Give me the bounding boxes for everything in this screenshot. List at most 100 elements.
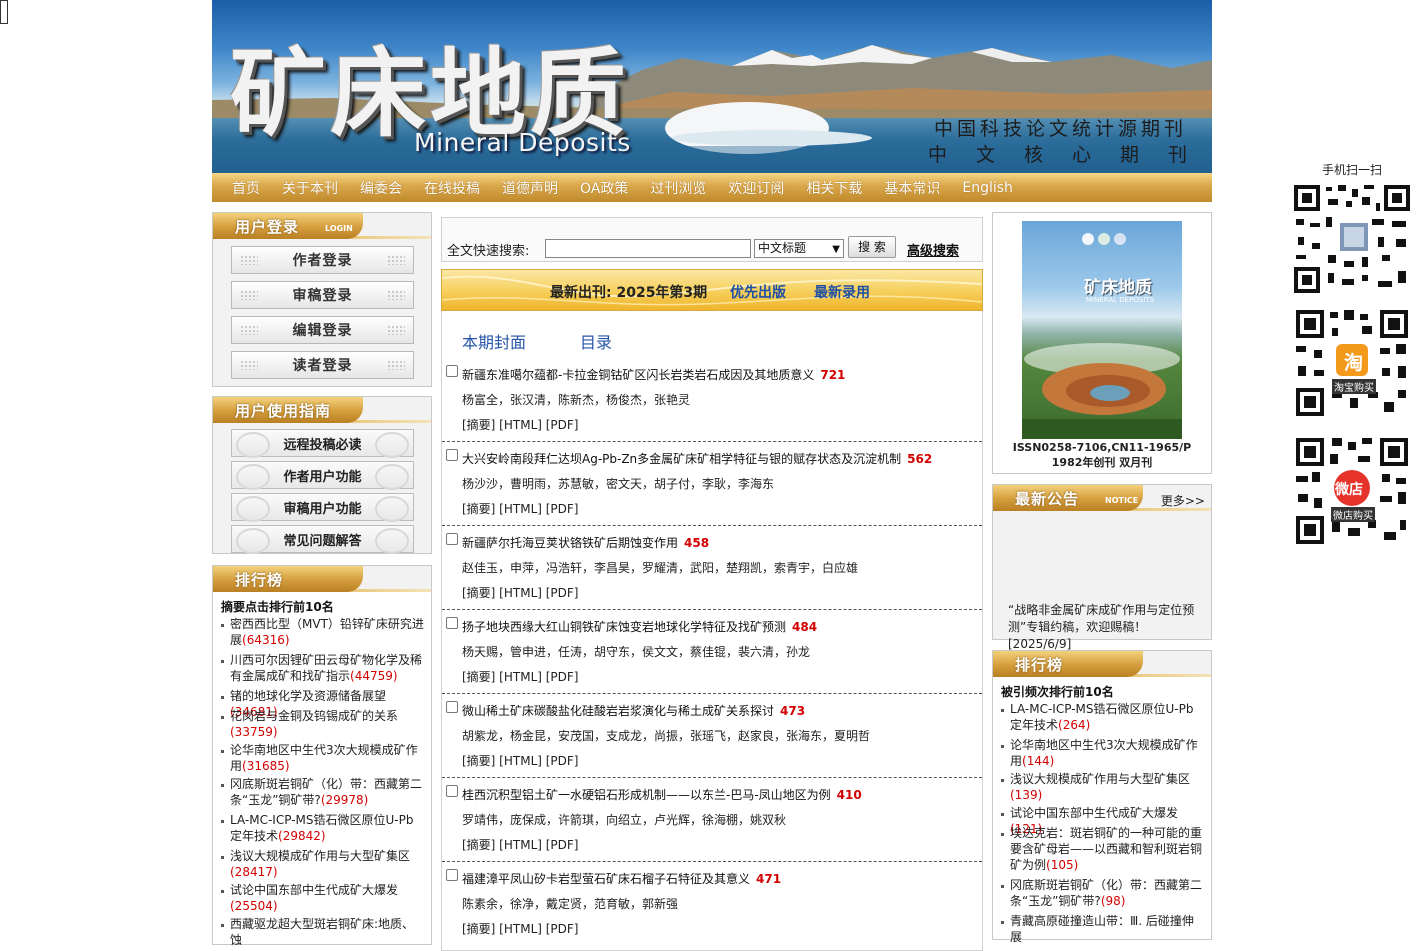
guide-label: 远程投稿必读	[283, 437, 362, 453]
rank-item-title: 埃达克岩：斑岩铜矿的一种可能的重要含矿母岩——以西藏和智利斑岩铜矿为例	[1010, 826, 1203, 872]
remote-submission-guide-button[interactable]: 远程投稿必读	[231, 429, 414, 458]
author-login-button[interactable]: 作者登录	[231, 246, 414, 274]
faq-button[interactable]: 常见问题解答	[231, 525, 414, 554]
article-links[interactable]: [摘要] [HTML] [PDF]	[462, 500, 579, 517]
search-field-select[interactable]: 中文标题 ▼	[754, 239, 844, 258]
article-links[interactable]: [摘要] [HTML] [PDF]	[462, 416, 579, 433]
nav-subscribe[interactable]: 欢迎订阅	[717, 178, 795, 198]
search-label: 全文快速搜索:	[447, 244, 530, 259]
rank-item-count: (33759)	[230, 725, 278, 739]
search-input[interactable]	[545, 239, 751, 258]
left-rank-item[interactable]: 浅议大规模成矿作用与大型矿集区 (28417)	[221, 848, 425, 880]
main-nav: 首页 关于本刊 编委会 在线投稿 道德声明 OA政策 过刊浏览 欢迎订阅 相关下…	[212, 173, 1212, 202]
nav-ethics[interactable]: 道德声明	[491, 178, 569, 198]
article-checkbox[interactable]	[446, 533, 458, 545]
article-title[interactable]: 微山稀土矿床碳酸盐化硅酸岩岩浆演化与稀土成矿关系探讨 473	[462, 702, 805, 719]
article-checkbox[interactable]	[446, 869, 458, 881]
left-rank-item[interactable]: 花岗岩与金铜及钨锡成矿的关系 (33759)	[221, 708, 425, 740]
guide-panel: 用户使用指南 远程投稿必读 作者用户功能 审稿用户功能 常见问题解答	[212, 396, 432, 554]
article-checkbox[interactable]	[446, 701, 458, 713]
issn-text: ISSN0258-7106,CN11-1965/P	[1012, 441, 1192, 454]
left-rank-item[interactable]: 论华南地区中生代3次大规模成矿作用(31685)	[221, 742, 425, 774]
right-rank-item[interactable]: 浅议大规模成矿作用与大型矿集区 (139)	[1001, 771, 1205, 803]
article-authors: 杨沙沙，曹明雨，苏慧敏，密文天，胡子付，李耿，李海东	[462, 477, 775, 491]
article-title[interactable]: 新疆东准噶尔蕴都-卡拉金铜钴矿区闪长岩类岩石成因及其地质意义 721	[462, 366, 845, 383]
left-rank-item[interactable]: LA-MC-ICP-MS锆石微区原位U-Pb定年技术(29842)	[221, 812, 425, 844]
nav-home[interactable]: 首页	[221, 178, 271, 198]
editor-login-button[interactable]: 编辑登录	[231, 316, 414, 344]
article-links[interactable]: [摘要] [HTML] [PDF]	[462, 668, 579, 685]
rank-item-count: (144)	[1022, 754, 1055, 768]
article-title[interactable]: 新疆萨尔托海豆荚状铬铁矿后期蚀变作用 458	[462, 534, 709, 551]
weidian-qr-block[interactable]: 微店 微店购买	[1292, 436, 1412, 546]
right-ranking-header: 排行榜	[993, 651, 1211, 677]
taobao-qr-block[interactable]: 淘 淘宝购买	[1292, 308, 1412, 418]
article-checkbox[interactable]	[446, 617, 458, 629]
nav-past-issues[interactable]: 过刊浏览	[639, 178, 717, 198]
chevron-down-icon: ▼	[832, 244, 840, 255]
article-list-panel: 本期封面 目录 新疆东准噶尔蕴都-卡拉金铜钴矿区闪长岩类岩石成因及其地质意义 72…	[441, 311, 983, 951]
editor-login-label: 编辑登录	[292, 323, 353, 339]
latest-issue-link[interactable]: 最新出刊: 2025年第3期	[550, 282, 707, 302]
tab-issue-cover[interactable]: 本期封面	[462, 329, 526, 353]
notice-more-link[interactable]: 更多>>	[1161, 492, 1205, 509]
rank-item-title: 花岗岩与金铜及钨锡成矿的关系	[230, 709, 399, 723]
article-checkbox[interactable]	[446, 785, 458, 797]
login-panel-header: 用户登录 LOGIN	[213, 213, 431, 239]
notice-item[interactable]: “战略非金属矿床成矿作用与定位预测”专辑约稿，欢迎赐稿！ [2025/6/9]	[1008, 602, 1208, 653]
right-rank-item[interactable]: LA-MC-ICP-MS锆石微区原位U-Pb定年技术(264)	[1001, 701, 1205, 733]
article-links[interactable]: [摘要] [HTML] [PDF]	[462, 920, 579, 937]
cover-image[interactable]: 矿床地质 MINERAL DEPOSITS	[1022, 221, 1182, 439]
reader-login-button[interactable]: 读者登录	[231, 351, 414, 379]
nav-about[interactable]: 关于本刊	[271, 178, 349, 198]
nav-editorial-board[interactable]: 编委会	[349, 178, 413, 198]
article-title-text: 微山稀土矿床碳酸盐化硅酸岩岩浆演化与稀土成矿关系探讨	[462, 704, 775, 718]
rank-item-count: (28417)	[230, 865, 278, 879]
article-checkbox[interactable]	[446, 449, 458, 461]
article-title[interactable]: 桂西沉积型铝土矿一水硬铝石形成机制——以东兰-巴马-凤山地区为例 410	[462, 786, 862, 803]
article-links[interactable]: [摘要] [HTML] [PDF]	[462, 584, 579, 601]
nav-english[interactable]: English	[951, 180, 1024, 196]
search-box: 全文快速搜索: 中文标题 ▼ 搜 索 高级搜索	[441, 217, 983, 262]
nav-oa-policy[interactable]: OA政策	[569, 178, 639, 198]
notice-panel: 最新公告 NOTICE 更多>> “战略非金属矿床成矿作用与定位预测”专辑约稿，…	[992, 484, 1212, 651]
article-links[interactable]: [摘要] [HTML] [PDF]	[462, 752, 579, 769]
reviewer-functions-button[interactable]: 审稿用户功能	[231, 493, 414, 522]
reviewer-login-button[interactable]: 审稿登录	[231, 281, 414, 309]
left-rank-item[interactable]: 西藏驱龙超大型斑岩铜矿床:地质、蚀	[221, 916, 425, 948]
left-rank-item[interactable]: 川西可尔因锂矿田云母矿物化学及稀有金属成矿和找矿指示(44759)	[221, 652, 425, 684]
advanced-search-link[interactable]: 高级搜索	[907, 240, 959, 259]
article-view-count: 458	[684, 536, 710, 550]
left-rank-item[interactable]: 冈底斯斑岩铜矿（化）带：西藏第二条“玉龙”铜矿带?(29978)	[221, 776, 425, 808]
right-rank-item[interactable]: 青藏高原碰撞造山带：Ⅲ. 后碰撞伸展	[1001, 913, 1205, 945]
search-button[interactable]: 搜 索	[848, 236, 896, 258]
guide-panel-title: 用户使用指南	[235, 402, 332, 420]
right-rank-item[interactable]: 论华南地区中生代3次大规模成矿作用(144)	[1001, 737, 1205, 769]
left-rank-item[interactable]: 试论中国东部中生代成矿大爆发 (25504)	[221, 882, 425, 914]
article-view-count: 471	[756, 872, 782, 886]
author-functions-button[interactable]: 作者用户功能	[231, 461, 414, 490]
right-rank-item[interactable]: 埃达克岩：斑岩铜矿的一种可能的重要含矿母岩——以西藏和智利斑岩铜矿为例(105)	[1001, 825, 1205, 873]
tab-table-of-contents[interactable]: 目录	[580, 329, 612, 353]
article-links[interactable]: [摘要] [HTML] [PDF]	[462, 836, 579, 853]
article-title-text: 大兴安岭南段拜仁达坝Ag-Pb-Zn多金属矿床矿相学特征与银的赋存状态及沉淀机制	[462, 452, 902, 466]
article-title[interactable]: 大兴安岭南段拜仁达坝Ag-Pb-Zn多金属矿床矿相学特征与银的赋存状态及沉淀机制…	[462, 450, 932, 467]
article-view-count: 410	[836, 788, 862, 802]
rank-item-count: (139)	[1010, 788, 1043, 802]
founded-text: 1982年创刊 双月刊	[1051, 456, 1153, 469]
article-checkbox[interactable]	[446, 365, 458, 377]
nav-basics[interactable]: 基本常识	[873, 178, 951, 198]
left-rank-item[interactable]: 密西西比型（MVT）铅锌矿床研究进展(64316)	[221, 616, 425, 648]
article-title[interactable]: 扬子地块西缘大红山铜铁矿床蚀变岩地球化学特征及找矿预测 484	[462, 618, 817, 635]
latest-accepted-link[interactable]: 最新录用	[814, 282, 870, 302]
priority-publication-link[interactable]: 优先出版	[730, 282, 786, 302]
cover-panel: 矿床地质 MINERAL DEPOSITS ISSN0258-7106,CN11…	[992, 212, 1212, 474]
right-rank-item[interactable]: 冈底斯斑岩铜矿（化）带：西藏第二条“玉龙”铜矿带?(98)	[1001, 877, 1205, 909]
article-title[interactable]: 福建漳平凤山矽卡岩型萤石矿床石榴子石特征及其意义 471	[462, 870, 781, 887]
banner-english-title: Mineral Deposits	[414, 128, 631, 157]
nav-downloads[interactable]: 相关下载	[795, 178, 873, 198]
site-qr-code[interactable]	[1292, 183, 1412, 295]
nav-online-submission[interactable]: 在线投稿	[413, 178, 491, 198]
notice-panel-header: 最新公告 NOTICE 更多>>	[993, 485, 1211, 511]
cover-issn: ISSN0258-7106,CN11-1965/P 1982年创刊 双月刊	[993, 440, 1211, 470]
